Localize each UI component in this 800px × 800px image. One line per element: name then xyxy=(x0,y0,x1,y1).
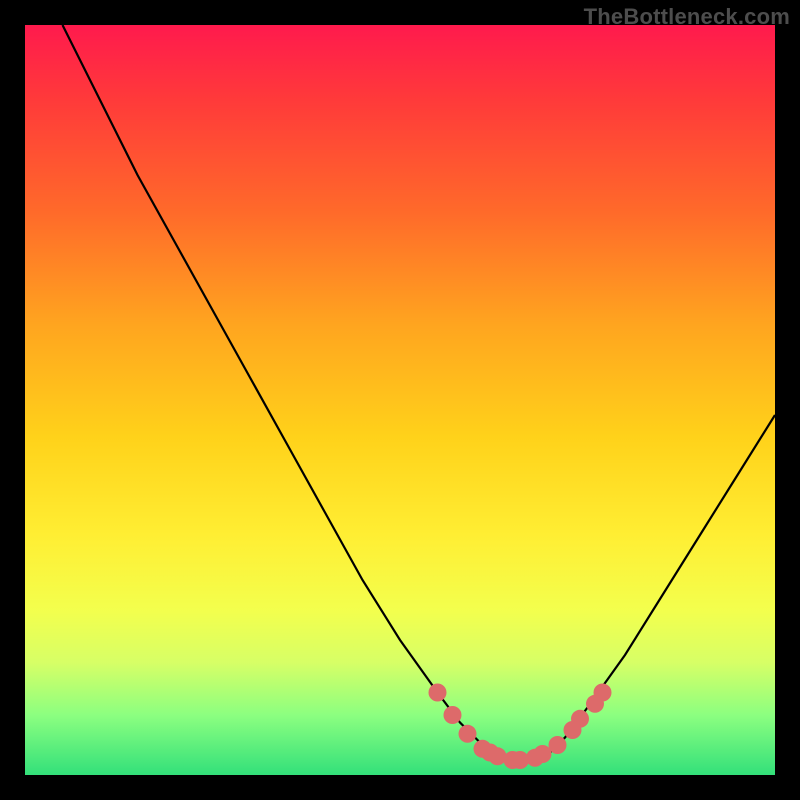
marker-dot xyxy=(594,684,612,702)
chart-svg xyxy=(25,25,775,775)
bottleneck-curve xyxy=(63,25,776,760)
marker-dot xyxy=(534,745,552,763)
marker-dot xyxy=(459,725,477,743)
marker-dot xyxy=(444,706,462,724)
marker-dot xyxy=(549,736,567,754)
highlight-markers xyxy=(429,684,612,770)
marker-dot xyxy=(429,684,447,702)
marker-dot xyxy=(571,710,589,728)
marker-dot xyxy=(489,747,507,765)
